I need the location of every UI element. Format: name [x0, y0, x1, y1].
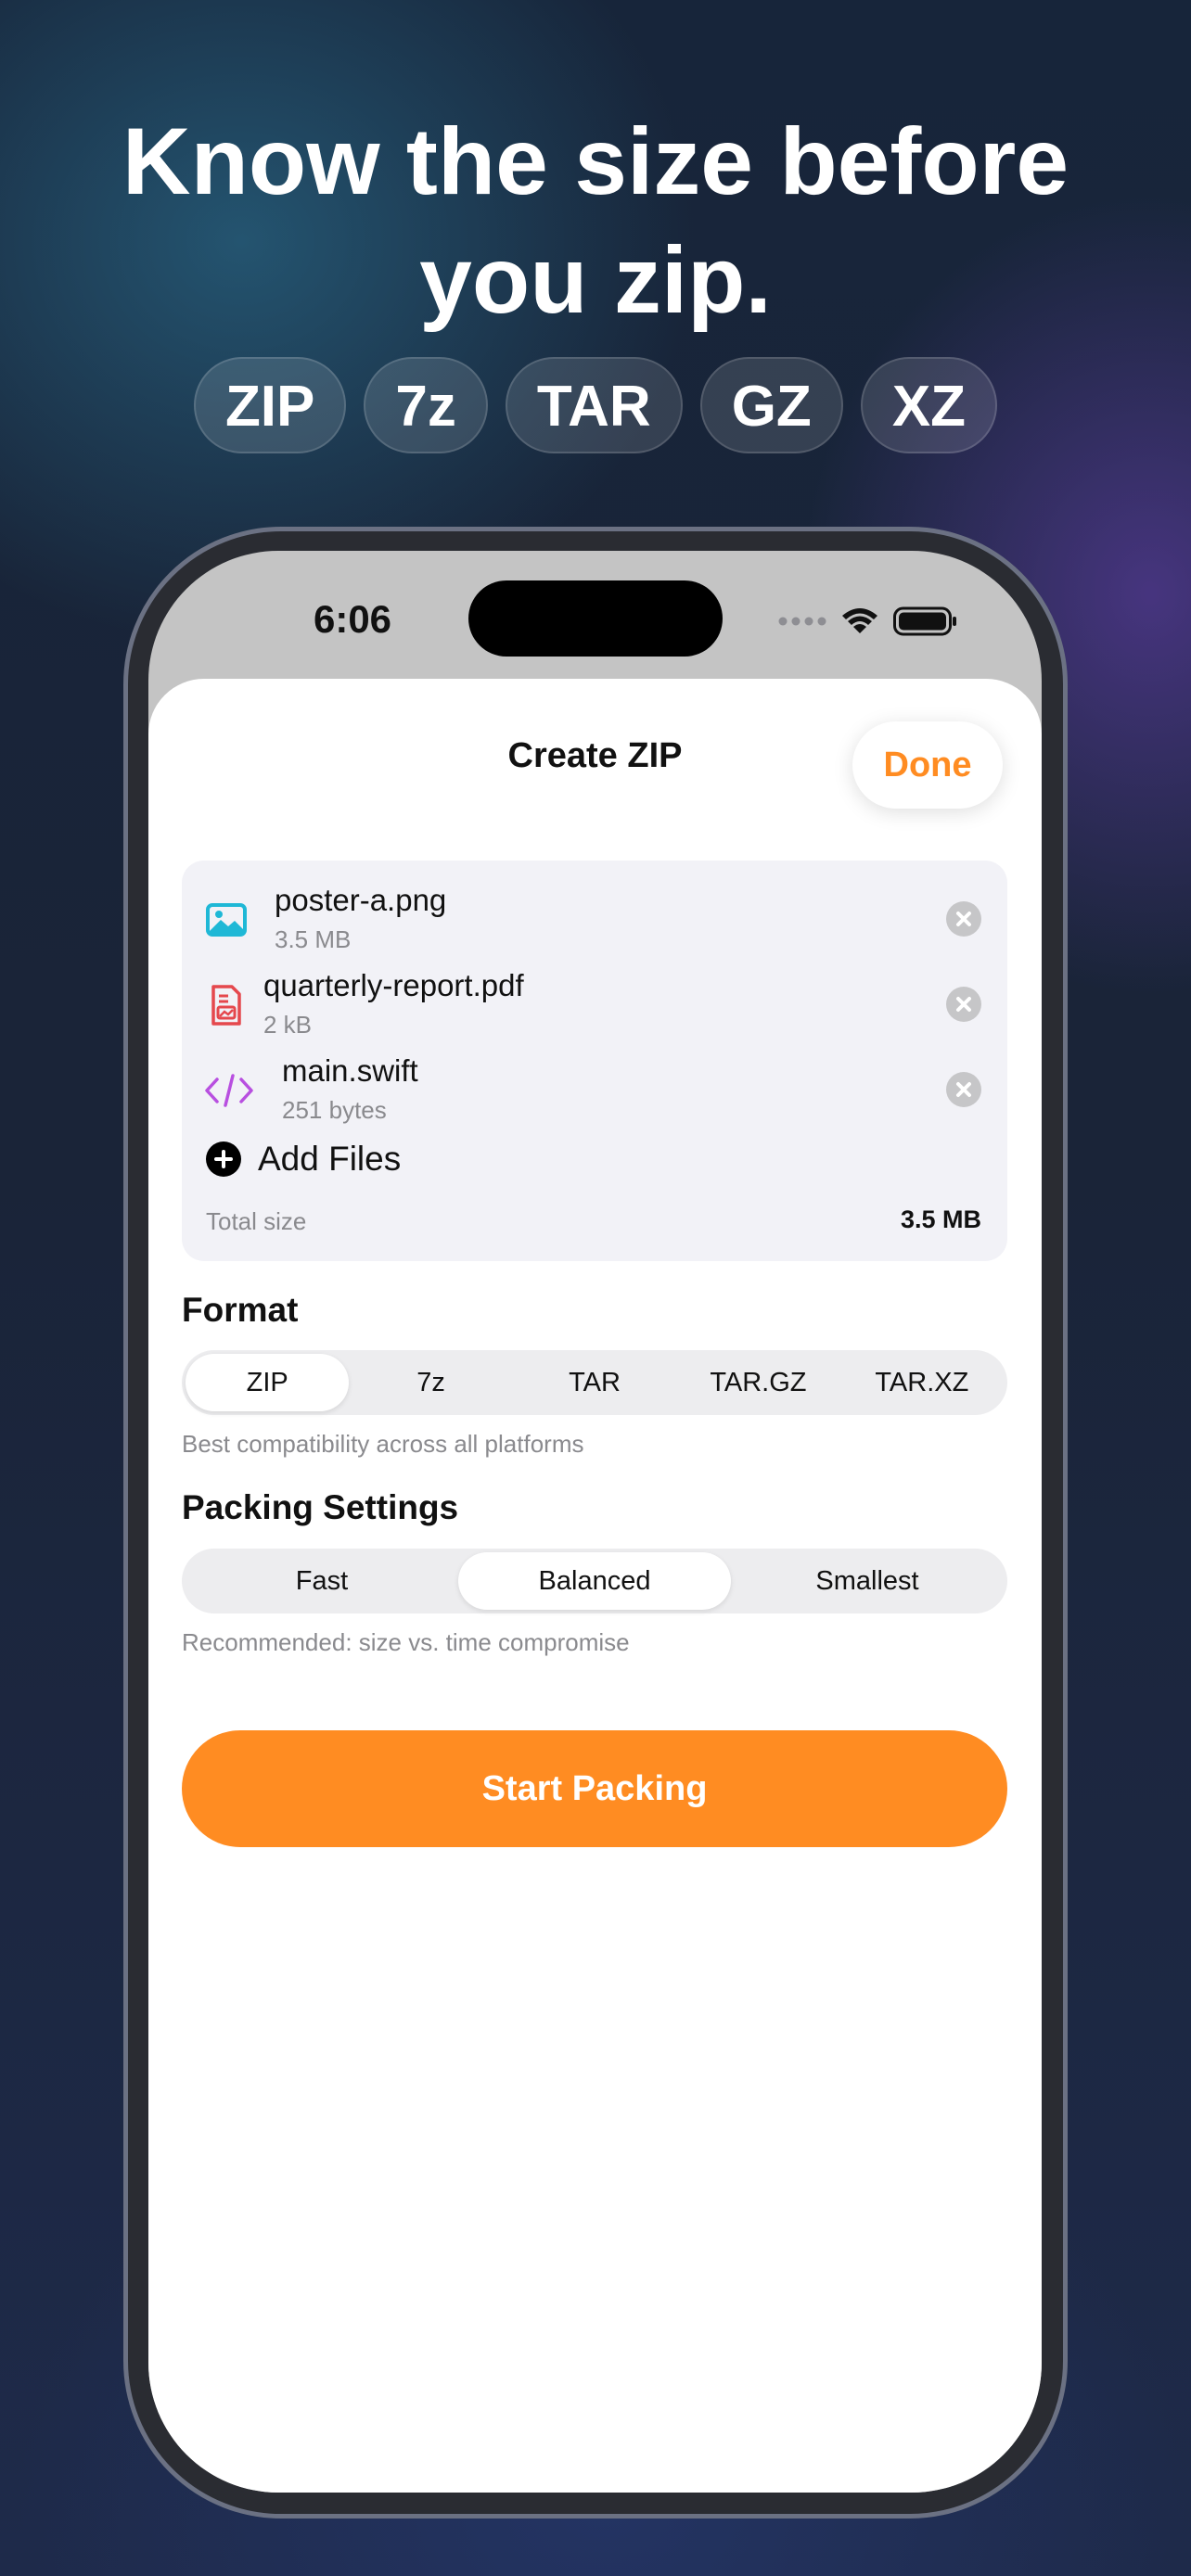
remove-file-button[interactable] — [946, 1072, 981, 1107]
remove-file-button[interactable] — [946, 901, 981, 937]
file-name: main.swift — [282, 1053, 418, 1088]
status-icons — [778, 603, 958, 640]
add-files-button[interactable]: Add Files — [206, 1135, 401, 1183]
packing-caption: Recommended: size vs. time compromise — [182, 1628, 630, 1656]
format-option-tar-xz[interactable]: TAR.XZ — [840, 1354, 1004, 1411]
format-chip-zip: ZIP — [193, 357, 347, 453]
battery-icon — [893, 606, 956, 636]
start-packing-button[interactable]: Start Packing — [182, 1730, 1007, 1847]
format-option-zip[interactable]: ZIP — [186, 1354, 350, 1411]
file-name: poster-a.png — [275, 883, 447, 917]
plus-icon — [206, 1141, 241, 1177]
format-chip-7z: 7z — [364, 357, 488, 453]
total-size-label: Total size — [206, 1207, 307, 1235]
dots-icon — [778, 617, 826, 626]
promo-headline-line1: Know the size before — [122, 108, 1069, 214]
file-row[interactable]: quarterly-report.pdf 2 kB — [182, 963, 1007, 1048]
file-row[interactable]: poster-a.png 3.5 MB — [182, 877, 1007, 963]
code-icon — [205, 1074, 253, 1107]
pdf-icon — [211, 985, 241, 1026]
phone-screen: 6:06 Create ZIP Done poster-a.png 3.5 MB… — [148, 551, 1042, 2493]
format-heading: Format — [182, 1291, 299, 1329]
promo-headline: Know the size before you zip. — [0, 102, 1191, 339]
total-size-value: 3.5 MB — [900, 1205, 981, 1233]
file-row[interactable]: main.swift 251 bytes — [182, 1048, 1007, 1133]
format-option-7z[interactable]: 7z — [349, 1354, 512, 1411]
close-icon — [956, 997, 971, 1012]
packing-option-smallest[interactable]: Smallest — [731, 1552, 1004, 1610]
image-icon — [206, 903, 247, 937]
format-chip-gz: GZ — [699, 357, 843, 453]
dynamic-island — [468, 580, 723, 657]
create-sheet: Create ZIP Done poster-a.png 3.5 MB quar… — [148, 679, 1042, 2493]
format-segmented-control: ZIP 7z TAR TAR.GZ TAR.XZ — [182, 1350, 1007, 1415]
status-time: 6:06 — [313, 597, 392, 641]
format-option-tar[interactable]: TAR — [513, 1354, 676, 1411]
files-card: poster-a.png 3.5 MB quarterly-report.pdf… — [182, 861, 1007, 1261]
format-chips: ZIP 7z TAR GZ XZ — [0, 357, 1191, 453]
packing-segmented-control: Fast Balanced Smallest — [182, 1549, 1007, 1613]
file-size: 2 kB — [263, 1011, 313, 1039]
file-size: 3.5 MB — [275, 925, 352, 953]
file-size: 251 bytes — [282, 1096, 387, 1124]
wifi-icon — [842, 608, 877, 633]
format-chip-tar: TAR — [505, 357, 683, 453]
format-caption: Best compatibility across all platforms — [182, 1430, 584, 1458]
file-name: quarterly-report.pdf — [263, 968, 524, 1002]
close-icon — [956, 912, 971, 926]
packing-option-fast[interactable]: Fast — [186, 1552, 458, 1610]
promo-headline-line2: you zip. — [419, 227, 772, 333]
packing-option-balanced[interactable]: Balanced — [458, 1552, 731, 1610]
add-files-label: Add Files — [258, 1140, 402, 1178]
format-chip-xz: XZ — [860, 357, 998, 453]
packing-heading: Packing Settings — [182, 1488, 459, 1526]
done-button[interactable]: Done — [852, 721, 1003, 809]
close-icon — [956, 1082, 971, 1097]
remove-file-button[interactable] — [946, 987, 981, 1022]
format-option-tar-gz[interactable]: TAR.GZ — [676, 1354, 839, 1411]
